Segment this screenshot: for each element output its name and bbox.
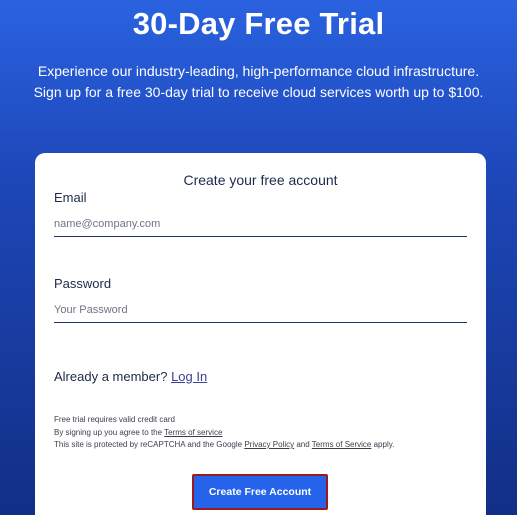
fine-print: Free trial requires valid credit card By… <box>54 414 394 452</box>
login-link[interactable]: Log In <box>171 369 207 384</box>
password-field[interactable] <box>54 298 467 323</box>
member-row: Already a member? Log In <box>54 369 207 384</box>
email-field[interactable] <box>54 212 467 237</box>
apply-text: apply. <box>371 440 395 449</box>
page-title: 30-Day Free Trial <box>132 6 385 41</box>
email-label: Email <box>54 190 87 205</box>
terms-of-service-link[interactable]: Terms of service <box>164 428 222 437</box>
privacy-policy-link[interactable]: Privacy Policy <box>244 440 294 449</box>
signup-card: Create your free account Email Password … <box>35 153 486 515</box>
hero-subtitle-line-1: Experience our industry-leading, high-pe… <box>37 63 480 79</box>
create-account-button[interactable]: Create Free Account <box>192 474 328 510</box>
fine-print-line-2: By signing up you agree to the Terms of … <box>54 427 394 440</box>
hero-subtitle: Experience our industry-leading, high-pe… <box>0 61 517 103</box>
fine-print-line-3: This site is protected by reCAPTCHA and … <box>54 439 394 452</box>
fine-print-line-1: Free trial requires valid credit card <box>54 415 175 424</box>
google-terms-link[interactable]: Terms of Service <box>312 440 372 449</box>
terms-prefix: By signing up you agree to the <box>54 427 163 437</box>
form-title: Create your free account <box>183 172 338 188</box>
apply-word: apply. <box>373 440 395 449</box>
recaptcha-text: This site is protected by reCAPTCHA and … <box>54 440 243 449</box>
member-prompt: Already a member? <box>54 369 168 384</box>
and-text: and <box>296 440 310 449</box>
password-label: Password <box>54 276 112 291</box>
hero-subtitle-line-2: Sign up for a free 30-day trial to recei… <box>33 84 484 100</box>
